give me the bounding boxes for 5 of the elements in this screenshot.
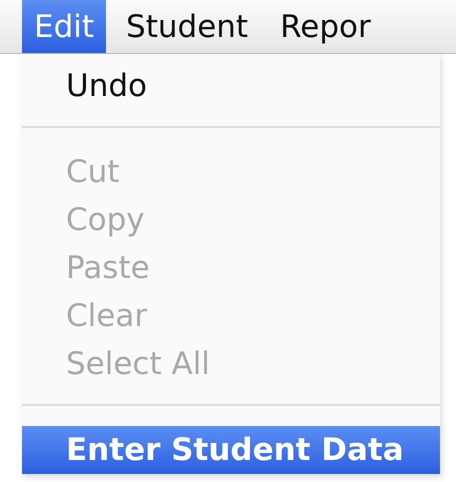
menu-item[interactable]: Undo bbox=[22, 62, 440, 110]
menu-bar-item[interactable]: Repor bbox=[268, 0, 383, 53]
menu-bar-item[interactable]: Student bbox=[114, 0, 260, 53]
menu-item[interactable]: Enter Student Data bbox=[22, 426, 440, 474]
menu-bar-item[interactable]: Edit bbox=[22, 0, 106, 53]
